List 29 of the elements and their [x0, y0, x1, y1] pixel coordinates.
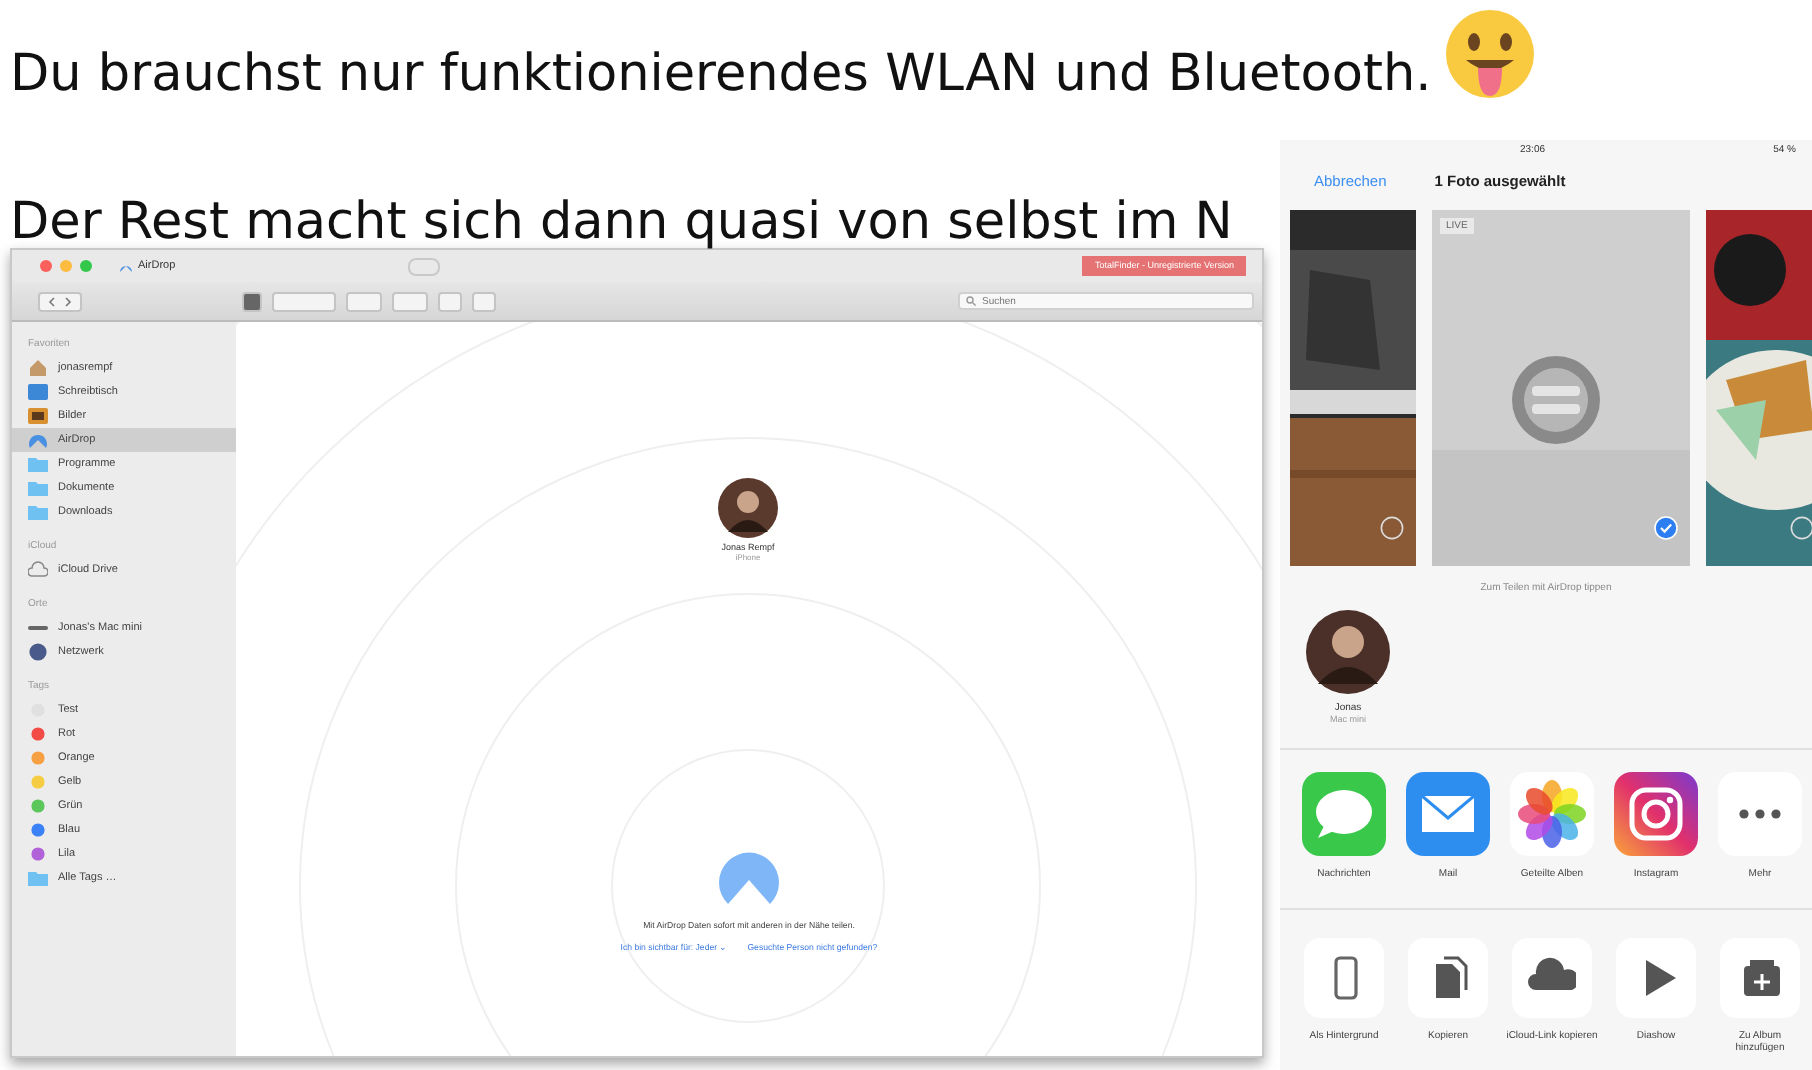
paragraph: Du brauchst nur funktionierendes WLAN und Bluetooth.	[10, 44, 1432, 104]
avatar-icon[interactable]	[718, 478, 778, 538]
more-icon	[1718, 772, 1802, 856]
tag-button[interactable]	[472, 291, 496, 311]
messages-icon	[1302, 772, 1386, 856]
arrange-button[interactable]	[346, 291, 382, 311]
icon-view-button[interactable]	[242, 291, 262, 311]
airdrop-icon	[718, 852, 780, 908]
checkmark-icon[interactable]	[1654, 516, 1678, 540]
house-icon	[28, 358, 48, 378]
mail-icon	[1406, 772, 1490, 856]
avatar-icon[interactable]	[1306, 610, 1390, 694]
cloud-icon	[28, 560, 48, 580]
list-view-button[interactable]	[272, 291, 336, 311]
airdrop-icon	[28, 430, 48, 450]
share-button[interactable]	[438, 291, 462, 311]
camera-icon	[1614, 772, 1698, 856]
zoom-button[interactable]	[80, 260, 92, 272]
search-icon	[966, 296, 976, 306]
minimize-button[interactable]	[60, 260, 72, 272]
back-forward-button[interactable]	[38, 291, 82, 311]
flower-icon	[1510, 772, 1594, 856]
close-button[interactable]	[40, 260, 52, 272]
selection-circle[interactable]	[1380, 516, 1404, 540]
new-tab-button[interactable]	[408, 257, 440, 275]
airdrop-icon	[120, 260, 132, 272]
action-button[interactable]	[392, 291, 428, 311]
chevrons-icon	[46, 295, 74, 307]
paragraph: Der Rest macht sich dann quasi von selbst im N	[10, 192, 1233, 252]
